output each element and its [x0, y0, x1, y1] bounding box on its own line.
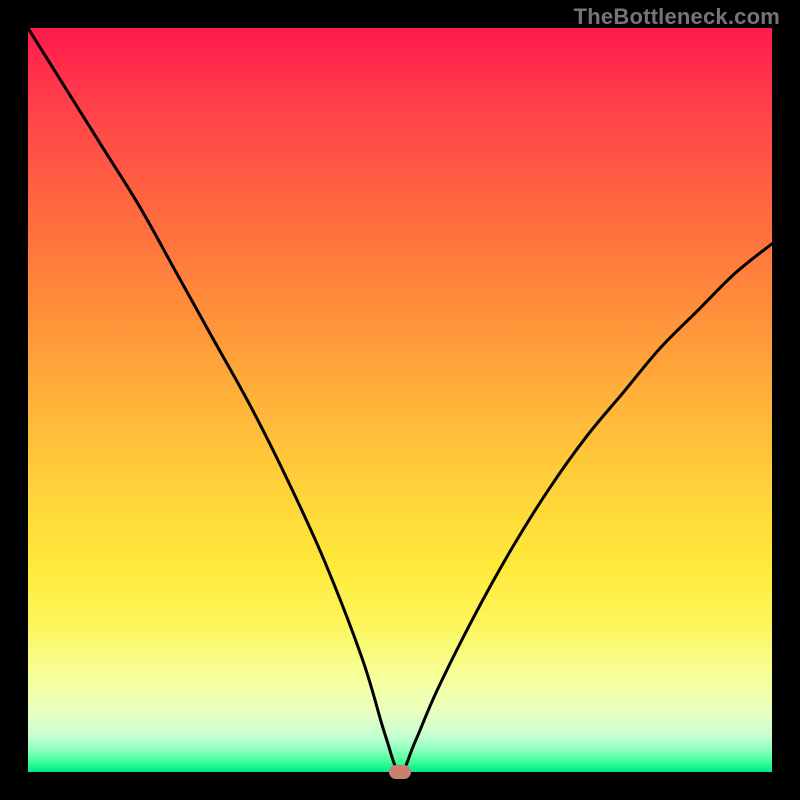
bottleneck-curve [28, 28, 772, 772]
chart-frame: TheBottleneck.com [0, 0, 800, 800]
optimum-marker [389, 765, 411, 779]
watermark-text: TheBottleneck.com [574, 4, 780, 30]
plot-area [28, 28, 772, 772]
curve-svg [28, 28, 772, 772]
